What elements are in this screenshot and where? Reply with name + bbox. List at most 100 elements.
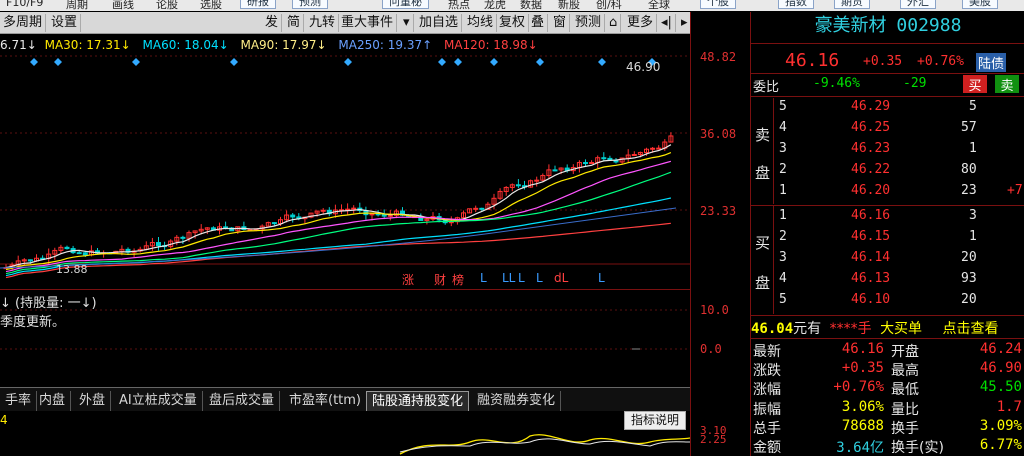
event-mark[interactable]: L bbox=[480, 271, 487, 285]
event-mark[interactable]: 涨 bbox=[402, 271, 414, 288]
menu-lhb[interactable]: 龙虎 bbox=[484, 0, 506, 11]
bid-volume: 20 bbox=[961, 250, 977, 265]
event-diamond bbox=[490, 58, 498, 66]
tab-pe[interactable]: 市盈率(ttm) bbox=[284, 391, 368, 411]
ask-price: 46.25 bbox=[851, 120, 891, 135]
event-mark[interactable]: 财 bbox=[434, 271, 446, 288]
bid-price: 46.15 bbox=[851, 229, 891, 244]
sell-button[interactable]: 卖 bbox=[995, 75, 1019, 94]
event-diamond bbox=[438, 58, 446, 66]
ma-button[interactable]: 均线 bbox=[464, 14, 498, 32]
window-button[interactable]: 窗 bbox=[550, 14, 571, 32]
btn-us[interactable]: 美股 bbox=[962, 0, 998, 9]
nine-turn-button[interactable]: 九转 bbox=[306, 14, 340, 32]
event-diamond bbox=[30, 58, 38, 66]
ask-volume: 1 bbox=[969, 141, 977, 156]
btn-ask[interactable]: 问董秘 bbox=[382, 0, 429, 9]
tab-outer[interactable]: 外盘 bbox=[74, 391, 112, 411]
tab-inner[interactable]: 内盘 bbox=[34, 391, 72, 411]
candle-body bbox=[479, 207, 485, 210]
multi-period-button[interactable]: 多周期 bbox=[0, 14, 47, 32]
tab-margin[interactable]: 融资融券变化 bbox=[472, 391, 562, 411]
bid-volume: 20 bbox=[961, 292, 977, 307]
stat-value: 46.90 bbox=[979, 360, 1022, 377]
event-mark[interactable]: L bbox=[518, 271, 525, 285]
more-button[interactable]: 更多 bbox=[624, 14, 658, 32]
event-mark[interactable]: L bbox=[598, 271, 605, 285]
lower-indicator-label: 4 bbox=[0, 413, 8, 427]
price-change: +0.35 bbox=[863, 54, 903, 69]
settings-button[interactable]: 设置 bbox=[48, 14, 82, 32]
event-mark[interactable]: dL bbox=[554, 271, 568, 285]
quote-panel: 豪美新材 002988 46.16 +0.35 +0.76% 陆债 委比 -9.… bbox=[750, 12, 1024, 456]
stat-value: +0.76% bbox=[833, 379, 884, 396]
chevron-down-icon[interactable]: ▾ bbox=[400, 14, 414, 32]
bid-level: 1 bbox=[779, 208, 787, 223]
menu-hot[interactable]: 热点 bbox=[448, 0, 470, 11]
major-events-button[interactable]: 重大事件 bbox=[338, 14, 398, 32]
btn-forecast[interactable]: 预测 bbox=[292, 0, 328, 9]
forecast-button[interactable]: 预测 bbox=[572, 14, 606, 32]
candle-body bbox=[27, 259, 33, 262]
menu-data[interactable]: 数据 bbox=[520, 0, 542, 11]
stat-label: 涨跌 bbox=[753, 363, 781, 380]
btn-index[interactable]: 指数 bbox=[778, 0, 814, 9]
stat-value: 3.09% bbox=[979, 417, 1022, 434]
candle-body bbox=[290, 214, 296, 218]
menu-f10[interactable]: F10/F9 bbox=[6, 0, 43, 9]
ask-price: 46.22 bbox=[851, 162, 891, 177]
post-button[interactable]: 发 bbox=[262, 14, 283, 32]
next-page-icon[interactable]: ▸ bbox=[678, 14, 691, 32]
connect-badge[interactable]: 陆债 bbox=[976, 53, 1007, 72]
btn-futures[interactable]: 期货 bbox=[834, 0, 870, 9]
stat-value: 3.64亿 bbox=[836, 440, 884, 456]
buy-button[interactable]: 买 bbox=[963, 75, 987, 94]
adjust-button[interactable]: 复权 bbox=[496, 14, 530, 32]
candle-body bbox=[156, 242, 161, 247]
bid-price: 46.14 bbox=[851, 250, 891, 265]
tab-northbound[interactable]: 陆股通持股变化 bbox=[366, 391, 470, 411]
event-diamond bbox=[230, 58, 238, 66]
ask-level: 3 bbox=[779, 141, 787, 156]
candle-body bbox=[552, 169, 558, 172]
lower-indicator-chart bbox=[399, 434, 690, 455]
stat-value: +0.35 bbox=[841, 360, 884, 377]
menu-global[interactable]: 全球 bbox=[648, 0, 670, 11]
btn-research[interactable]: 研报 bbox=[240, 0, 276, 9]
event-mark[interactable]: L bbox=[536, 271, 543, 285]
menu-discuss[interactable]: 论股 bbox=[156, 0, 178, 11]
menu-ipo[interactable]: 新股 bbox=[558, 0, 580, 11]
ask-delta: +7 bbox=[1007, 183, 1023, 198]
candle-body bbox=[369, 213, 375, 216]
btn-stock[interactable]: 个股 bbox=[700, 0, 736, 9]
menu-period[interactable]: 周期 bbox=[66, 0, 88, 11]
menu-star[interactable]: 创/科 bbox=[596, 0, 622, 11]
home-icon[interactable]: ⌂ bbox=[606, 14, 622, 32]
overlay-button[interactable]: 叠 bbox=[528, 14, 549, 32]
stock-name: 豪美新材 bbox=[814, 15, 887, 36]
event-mark[interactable]: LL bbox=[502, 271, 515, 285]
panel-divider bbox=[0, 289, 690, 290]
add-watchlist-button[interactable]: 加自选 bbox=[416, 14, 463, 32]
simple-button[interactable]: 简 bbox=[284, 14, 305, 32]
tab-after-volume[interactable]: 盘后成交量 bbox=[204, 391, 281, 411]
ask-level: 2 bbox=[779, 162, 787, 177]
ask-price: 46.23 bbox=[851, 141, 891, 156]
stat-value: 3.06% bbox=[841, 398, 884, 415]
menu-select[interactable]: 选股 bbox=[200, 0, 222, 11]
btn-fx[interactable]: 外汇 bbox=[900, 0, 936, 9]
candle-body bbox=[271, 222, 277, 225]
stat-label: 金额 bbox=[753, 440, 781, 456]
first-page-icon[interactable]: ◂| bbox=[658, 14, 676, 32]
top-menu-bar: F10/F9 周期 画线 论股 选股 研报 预测 问董秘 热点 龙虎 数据 新股… bbox=[0, 0, 1024, 11]
candle-body bbox=[601, 157, 607, 160]
event-mark[interactable]: 榜 bbox=[452, 271, 464, 288]
bid-price: 46.16 bbox=[851, 208, 891, 223]
tab-turnover[interactable]: 手率 bbox=[0, 391, 38, 411]
big-order-line[interactable]: 46.04元有 ****手 大买单 点击查看 bbox=[751, 318, 999, 338]
tab-ai-volume[interactable]: AI立桩成交量 bbox=[114, 391, 203, 411]
candle-body bbox=[515, 184, 521, 187]
menu-draw[interactable]: 画线 bbox=[112, 0, 134, 11]
ma-line bbox=[5, 171, 672, 275]
candle-body bbox=[656, 147, 662, 150]
